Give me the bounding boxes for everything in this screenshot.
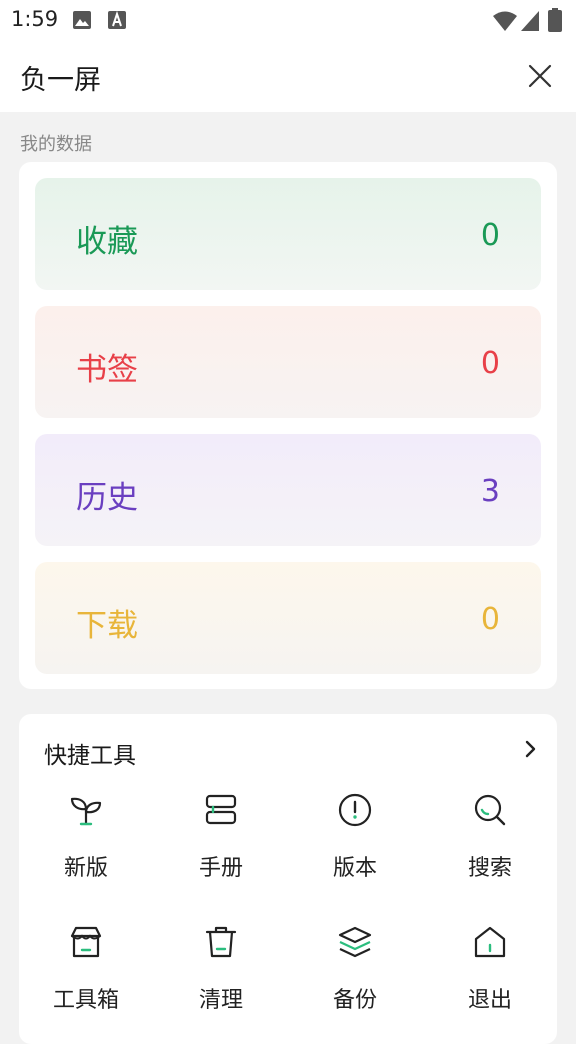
tool-label: 版本	[332, 856, 377, 881]
data-row-count: 3	[480, 474, 500, 509]
layers-icon	[338, 926, 372, 958]
tool-clean[interactable]: 清理	[166, 924, 276, 1034]
font-icon	[108, 10, 126, 29]
search-icon	[474, 794, 506, 826]
data-row-count: 0	[480, 602, 500, 637]
tool-label: 搜索	[467, 856, 512, 881]
tool-label: 清理	[198, 988, 243, 1013]
close-icon	[528, 64, 552, 88]
data-row-label: 书签	[76, 352, 138, 388]
image-icon	[73, 11, 91, 29]
section-label-my-data: 我的数据	[20, 134, 92, 155]
data-row-downloads[interactable]: 下载 0	[35, 562, 541, 674]
data-row-favorites[interactable]: 收藏 0	[35, 178, 541, 290]
data-row-label: 历史	[76, 480, 138, 516]
book-icon	[205, 794, 237, 825]
quick-tools-card: 快捷工具 新版 手册 版本 搜索 工具箱 清理 备份 退出	[19, 714, 557, 1044]
tool-exit[interactable]: 退出	[435, 924, 545, 1034]
tool-search[interactable]: 搜索	[435, 792, 545, 902]
tool-label: 备份	[332, 988, 377, 1013]
data-row-label: 下载	[76, 608, 138, 644]
header: 负一屏	[0, 40, 576, 112]
tool-label: 新版	[63, 856, 108, 881]
tool-version[interactable]: 版本	[300, 792, 410, 902]
toolbox-icon	[70, 926, 102, 958]
quick-tools-title: 快捷工具	[44, 743, 136, 769]
tool-toolbox[interactable]: 工具箱	[31, 924, 141, 1034]
data-row-bookmarks[interactable]: 书签 0	[35, 306, 541, 418]
data-row-history[interactable]: 历史 3	[35, 434, 541, 546]
tool-label: 工具箱	[52, 988, 119, 1013]
status-time: 1:59	[11, 7, 59, 31]
data-row-count: 0	[480, 346, 500, 381]
tool-manual[interactable]: 手册	[166, 792, 276, 902]
my-data-card: 收藏 0 书签 0 历史 3 下载 0	[19, 162, 557, 689]
page-title: 负一屏	[20, 65, 101, 96]
battery-icon	[548, 8, 562, 32]
tool-label: 退出	[467, 988, 512, 1013]
sprout-icon	[70, 797, 102, 826]
tool-new-version[interactable]: 新版	[31, 792, 141, 902]
info-circle-icon	[338, 793, 372, 827]
chevron-right-icon[interactable]	[519, 738, 541, 760]
home-icon	[474, 926, 506, 958]
wifi-icon	[493, 11, 517, 31]
signal-icon	[521, 11, 539, 31]
status-bar: 1:59	[0, 0, 576, 40]
close-button[interactable]	[522, 58, 558, 94]
trash-icon	[205, 926, 237, 958]
tool-label: 手册	[198, 856, 243, 881]
tool-backup[interactable]: 备份	[300, 924, 410, 1034]
data-row-count: 0	[480, 218, 500, 253]
data-row-label: 收藏	[76, 224, 138, 260]
